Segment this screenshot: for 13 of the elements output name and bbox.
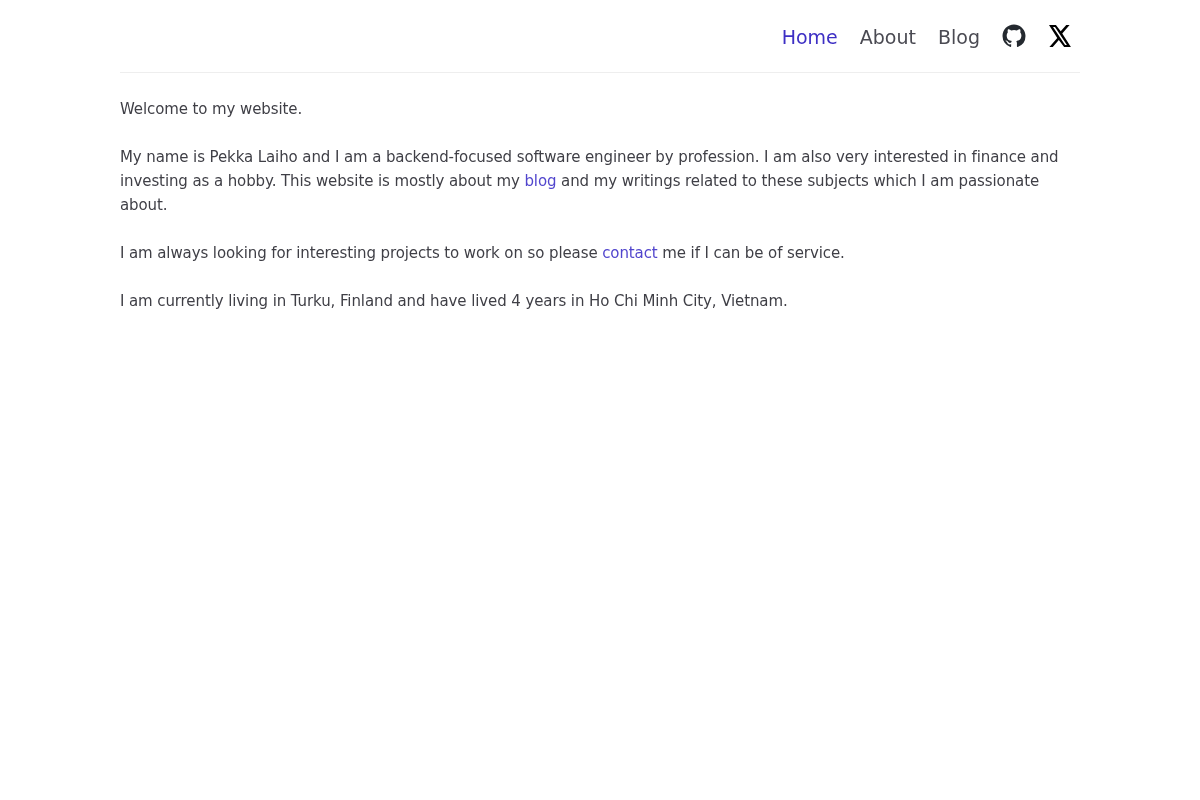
- x-link[interactable]: [1048, 24, 1072, 48]
- paragraph: I am always looking for interesting projects to work on so please contact me if I can be of service.: [120, 243, 846, 264]
- nav-link[interactable]: Home: [781, 24, 838, 48]
- x-logo-icon: [1048, 24, 1072, 48]
- nav-link[interactable]: About: [859, 24, 916, 48]
- text-link[interactable]: blog: [524, 172, 557, 190]
- paragraph: My name is Pekka Laiho and I am a backend-focused software engineer by profession. I am also very interested in finance and investing as a hobby. This website is mostly about my blog and my writings related to these subjects which I am passionate about.: [120, 147, 1060, 216]
- github-icon: [1002, 24, 1026, 48]
- github-link[interactable]: [1002, 24, 1026, 48]
- text-link[interactable]: contact: [602, 244, 658, 262]
- nav-link[interactable]: Blog: [938, 24, 980, 48]
- paragraph: Welcome to my website.: [120, 99, 304, 120]
- paragraph: I am currently living in Turku, Finland and have lived 4 years in Ho Chi Minh City, Vietnam.: [120, 291, 789, 312]
